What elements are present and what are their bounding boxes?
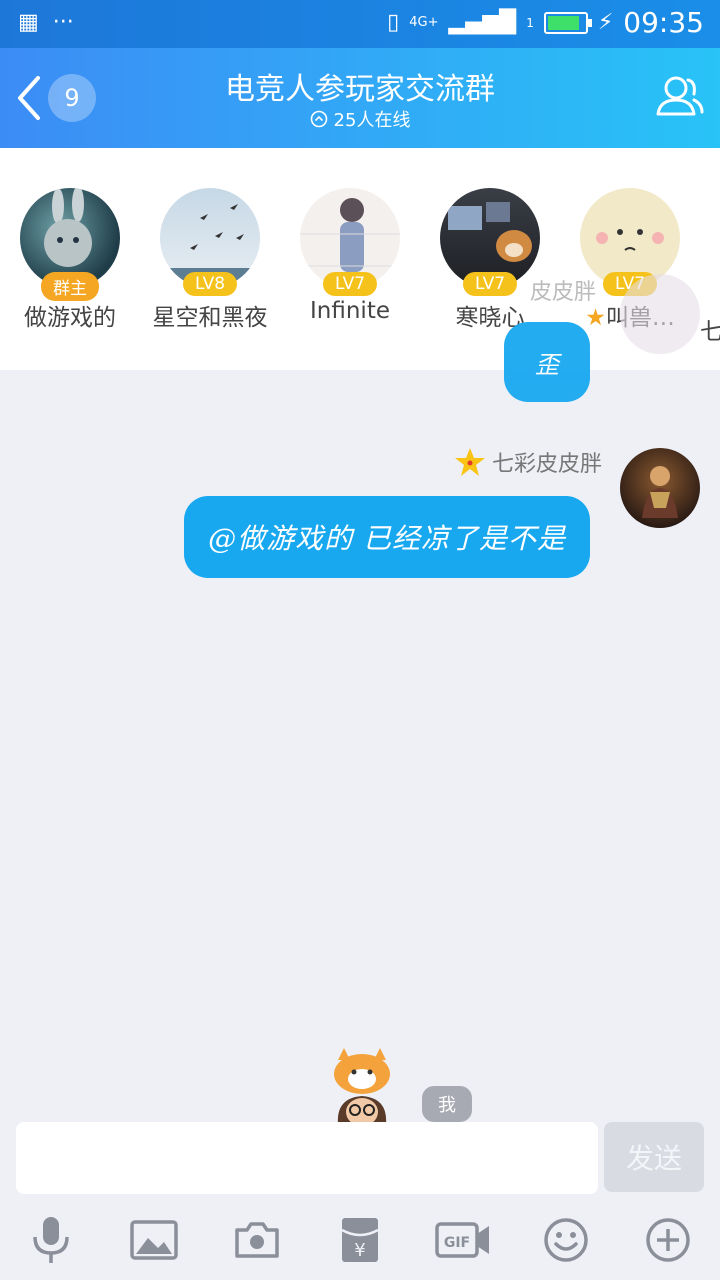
active-members-strip: 群主 做游戏的 LV8 星空和黑夜 LV7 Infinite LV7 寒晓心 L…	[0, 148, 720, 370]
svg-text:GIF: GIF	[444, 1235, 470, 1251]
sender-name-text: 七彩皮皮胖	[491, 452, 602, 477]
member-card[interactable]: LV8 星空和黑夜	[140, 188, 280, 332]
message-input[interactable]	[16, 1122, 598, 1194]
more-notifications-icon: ···	[52, 10, 74, 35]
star-icon: ★	[585, 305, 606, 331]
signal-icon: ▂▄▆█	[448, 10, 517, 35]
online-count: 25人在线	[333, 110, 411, 131]
group-title[interactable]: 电竞人参玩家交流群	[0, 64, 720, 108]
send-button[interactable]: 发送	[604, 1122, 704, 1192]
avatar	[620, 274, 700, 354]
member-card[interactable]: 七	[700, 188, 720, 346]
red-packet-icon: ¥	[341, 1218, 379, 1262]
member-name: 星空和黑夜	[152, 305, 268, 331]
status-bar: ▦ ··· ▯ 4G+ ▂▄▆█ 1 ⚡ 09:35	[0, 0, 720, 48]
camera-button[interactable]	[227, 1210, 287, 1270]
microphone-icon	[33, 1217, 70, 1263]
group-members-icon[interactable]	[652, 70, 704, 122]
emoji-icon	[543, 1218, 588, 1262]
member-name: 七	[700, 319, 720, 345]
member-card[interactable]: 群主 做游戏的	[0, 188, 140, 332]
member-badge: LV8	[182, 272, 238, 296]
member-name: Infinite	[310, 298, 390, 324]
star-icon	[454, 448, 485, 476]
more-button[interactable]	[638, 1210, 698, 1270]
image-icon	[130, 1220, 179, 1260]
svg-text:¥: ¥	[354, 1240, 365, 1261]
gif-button[interactable]: GIF	[433, 1210, 493, 1270]
ghost-sender-name: 皮皮胖	[530, 280, 597, 305]
me-tag[interactable]: 我	[422, 1086, 472, 1122]
avatar[interactable]	[620, 448, 700, 528]
input-toolbar: ¥ GIF	[0, 1200, 720, 1280]
photo-button[interactable]	[124, 1210, 184, 1270]
chat-header: 9 电竞人参玩家交流群 25人在线	[0, 48, 720, 148]
member-card[interactable]: LV7 Infinite	[280, 188, 420, 324]
battery-icon	[543, 11, 592, 34]
charging-icon: ⚡	[597, 10, 614, 35]
network-label: 4G+	[409, 15, 439, 30]
message-list[interactable]: 皮皮胖 歪 七彩皮皮胖 @做游戏的 已经凉了是不是	[0, 274, 720, 1122]
vibrate-icon: ▯	[387, 10, 400, 35]
sim-label: 1	[526, 15, 534, 30]
member-card[interactable]: LV7 寒晓心	[420, 188, 560, 332]
online-status[interactable]: 25人在线	[0, 106, 720, 132]
emoji-button[interactable]	[536, 1210, 596, 1270]
member-name: 做游戏的	[24, 305, 116, 331]
red-packet-button[interactable]: ¥	[330, 1210, 390, 1270]
app-grid-icon: ▦	[18, 10, 39, 35]
plus-circle-icon	[646, 1218, 691, 1262]
composer: 发送	[0, 1122, 720, 1200]
collapse-icon	[310, 110, 327, 128]
camera-icon	[235, 1222, 279, 1258]
voice-button[interactable]	[21, 1210, 81, 1270]
sender-name: 七彩皮皮胖	[454, 446, 602, 478]
member-badge: LV7	[322, 272, 378, 296]
clock: 09:35	[623, 6, 704, 39]
message-bubble[interactable]: @做游戏的 已经凉了是不是	[184, 496, 590, 578]
gif-icon: GIF	[435, 1222, 489, 1258]
message-bubble[interactable]: 歪	[504, 322, 590, 402]
member-badge: LV7	[462, 272, 518, 296]
member-badge: 群主	[41, 272, 99, 301]
sticker-icon[interactable]	[326, 1046, 398, 1124]
